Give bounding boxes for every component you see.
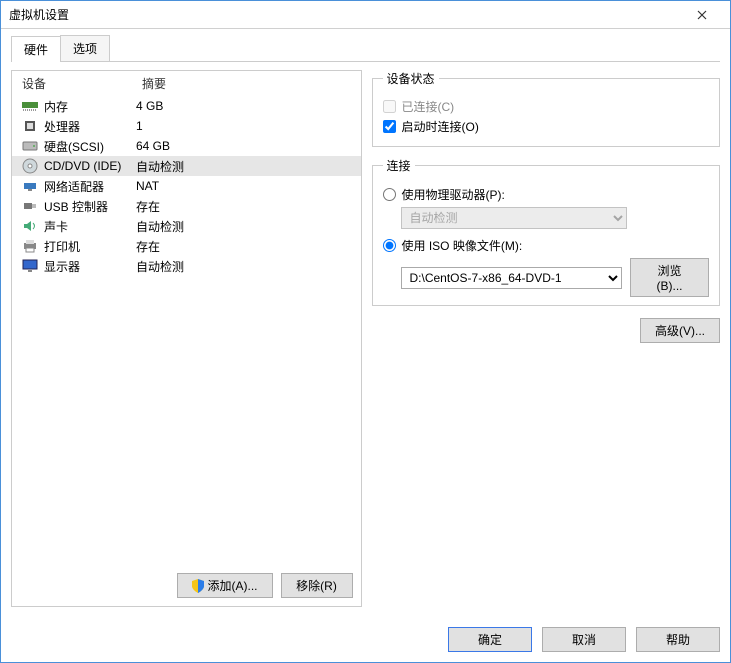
- device-summary: NAT: [136, 179, 159, 193]
- tab-hardware[interactable]: 硬件: [11, 36, 61, 62]
- connect-poweron-row[interactable]: 启动时连接(O): [383, 118, 710, 135]
- device-name: 打印机: [44, 238, 80, 255]
- settings-panel: 设备状态 已连接(C) 启动时连接(O) 连接 使用物理驱动器(P):: [372, 70, 721, 607]
- help-button[interactable]: 帮助: [636, 627, 720, 652]
- device-summary: 自动检测: [136, 158, 184, 175]
- device-summary: 64 GB: [136, 139, 170, 153]
- tabs: 硬件 选项: [11, 35, 720, 62]
- cd-icon: [22, 158, 38, 174]
- device-name: 网络适配器: [44, 178, 104, 195]
- device-summary: 1: [136, 119, 143, 133]
- connected-label: 已连接(C): [402, 98, 455, 115]
- device-row[interactable]: 显示器 自动检测: [12, 256, 361, 276]
- device-row[interactable]: 声卡 自动检测: [12, 216, 361, 236]
- help-button-label: 帮助: [666, 631, 690, 648]
- device-row[interactable]: CD/DVD (IDE) 自动检测: [12, 156, 361, 176]
- window-title: 虚拟机设置: [9, 6, 69, 23]
- device-row[interactable]: 硬盘(SCSI) 64 GB: [12, 136, 361, 156]
- usb-icon: [22, 198, 38, 214]
- iso-path-select[interactable]: D:\CentOS-7-x86_64-DVD-1: [401, 267, 623, 289]
- device-header-summary: 摘要: [142, 75, 166, 92]
- device-panel: 设备 摘要 内存 4 GB 处理器 1 硬盘(SCSI) 64 GB CD/DVD (IDE…: [11, 70, 362, 607]
- device-row[interactable]: USB 控制器 存在: [12, 196, 361, 216]
- device-summary: 自动检测: [136, 218, 184, 235]
- iso-label: 使用 ISO 映像文件(M):: [402, 237, 523, 254]
- device-name: CD/DVD (IDE): [44, 159, 121, 173]
- net-icon: [22, 178, 38, 194]
- connected-checkbox: [383, 100, 396, 113]
- physical-radio[interactable]: [383, 188, 396, 201]
- connection-legend: 连接: [383, 157, 415, 174]
- device-row[interactable]: 内存 4 GB: [12, 96, 361, 116]
- device-summary: 4 GB: [136, 99, 163, 113]
- close-button[interactable]: [682, 1, 722, 29]
- device-summary: 存在: [136, 198, 160, 215]
- device-row[interactable]: 打印机 存在: [12, 236, 361, 256]
- ok-button[interactable]: 确定: [448, 627, 532, 652]
- connection-group: 连接 使用物理驱动器(P): 自动检测 使用 ISO 映像文件(M):: [372, 157, 721, 306]
- device-name: USB 控制器: [44, 198, 108, 215]
- memory-icon: [22, 98, 38, 114]
- status-legend: 设备状态: [383, 70, 439, 87]
- tab-options[interactable]: 选项: [60, 35, 110, 61]
- device-name: 处理器: [44, 118, 80, 135]
- titlebar: 虚拟机设置: [1, 1, 730, 29]
- cancel-button-label: 取消: [572, 631, 596, 648]
- cancel-button[interactable]: 取消: [542, 627, 626, 652]
- iso-radio-row[interactable]: 使用 ISO 映像文件(M):: [383, 237, 710, 254]
- device-list: 内存4 GB处理器1硬盘(SCSI)64 GBCD/DVD (IDE)自动检测网…: [12, 96, 361, 565]
- advanced-button-label: 高级(V)...: [655, 322, 705, 339]
- advanced-button[interactable]: 高级(V)...: [640, 318, 720, 343]
- add-button[interactable]: 添加(A)...: [177, 573, 273, 598]
- device-name: 显示器: [44, 258, 80, 275]
- device-header-name: 设备: [22, 75, 142, 92]
- dialog-footer: 确定 取消 帮助: [1, 617, 730, 662]
- device-row[interactable]: 网络适配器 NAT: [12, 176, 361, 196]
- display-icon: [22, 258, 38, 274]
- physical-drive-select: 自动检测: [401, 207, 627, 229]
- sound-icon: [22, 218, 38, 234]
- device-summary: 自动检测: [136, 258, 184, 275]
- physical-radio-row[interactable]: 使用物理驱动器(P):: [383, 186, 710, 203]
- browse-button-label: 浏览(B)...: [645, 262, 694, 293]
- connect-poweron-label: 启动时连接(O): [402, 118, 479, 135]
- ok-button-label: 确定: [478, 631, 502, 648]
- device-name: 内存: [44, 98, 68, 115]
- remove-button[interactable]: 移除(R): [281, 573, 353, 598]
- device-name: 声卡: [44, 218, 68, 235]
- browse-button[interactable]: 浏览(B)...: [630, 258, 709, 297]
- physical-label: 使用物理驱动器(P):: [402, 186, 505, 203]
- connected-checkbox-row: 已连接(C): [383, 98, 710, 115]
- device-list-header: 设备 摘要: [12, 71, 361, 96]
- close-icon: [697, 10, 707, 20]
- connect-poweron-checkbox[interactable]: [383, 120, 396, 133]
- device-name: 硬盘(SCSI): [44, 138, 104, 155]
- status-group: 设备状态 已连接(C) 启动时连接(O): [372, 70, 721, 147]
- device-summary: 存在: [136, 238, 160, 255]
- shield-icon: [192, 579, 204, 593]
- printer-icon: [22, 238, 38, 254]
- cpu-icon: [22, 118, 38, 134]
- remove-button-label: 移除(R): [296, 577, 337, 594]
- device-row[interactable]: 处理器 1: [12, 116, 361, 136]
- add-button-label: 添加(A)...: [208, 577, 258, 594]
- disk-icon: [22, 138, 38, 154]
- iso-radio[interactable]: [383, 239, 396, 252]
